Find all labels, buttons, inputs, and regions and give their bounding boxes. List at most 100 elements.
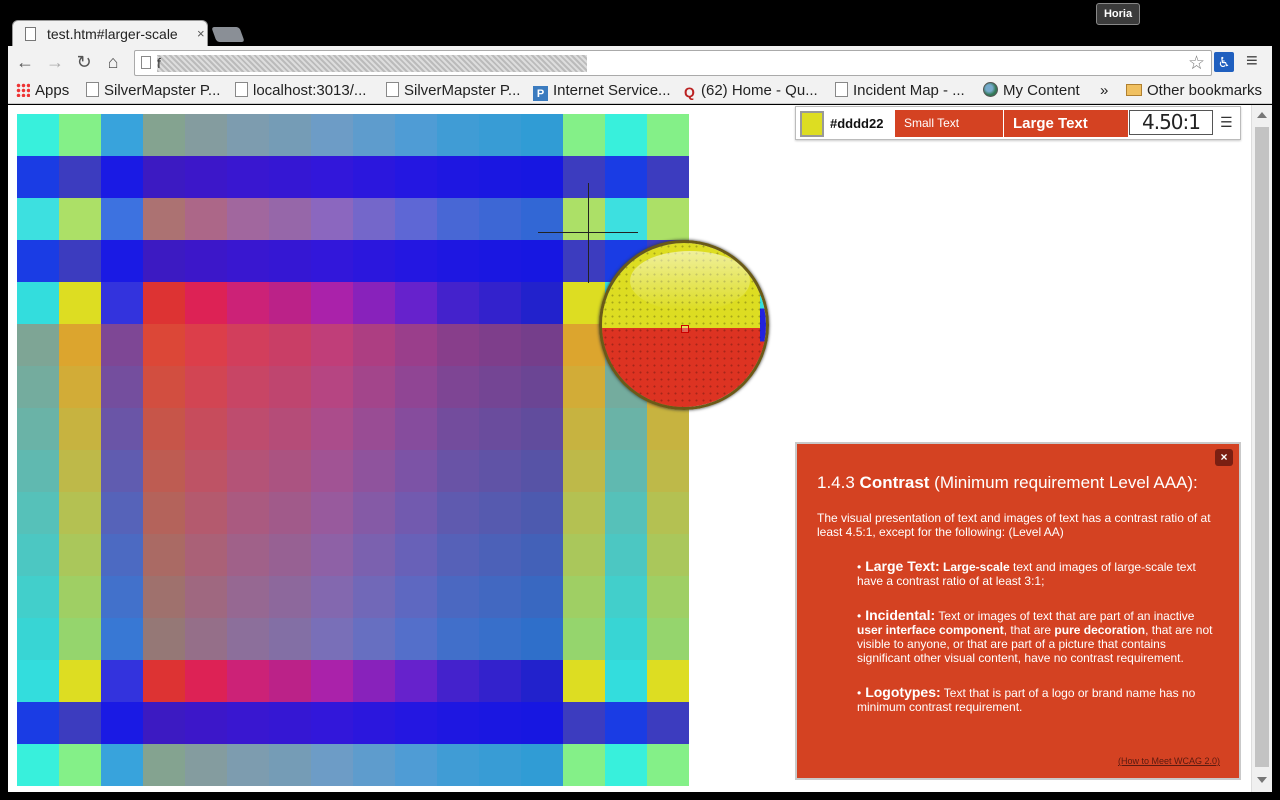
grid-cell[interactable] xyxy=(395,618,438,661)
grid-cell[interactable] xyxy=(185,660,228,703)
grid-cell[interactable] xyxy=(647,114,689,157)
grid-cell[interactable] xyxy=(227,156,270,199)
grid-cell[interactable] xyxy=(185,576,228,619)
grid-cell[interactable] xyxy=(437,156,480,199)
forward-button[interactable]: → xyxy=(44,51,66,73)
grid-cell[interactable] xyxy=(143,576,186,619)
grid-cell[interactable] xyxy=(521,366,564,409)
grid-cell[interactable] xyxy=(269,114,312,157)
grid-cell[interactable] xyxy=(101,240,144,283)
grid-cell[interactable] xyxy=(311,114,354,157)
grid-cell[interactable] xyxy=(521,660,564,703)
grid-cell[interactable] xyxy=(437,114,480,157)
grid-cell[interactable] xyxy=(521,492,564,535)
grid-cell[interactable] xyxy=(479,198,522,241)
grid-cell[interactable] xyxy=(185,618,228,661)
grid-cell[interactable] xyxy=(227,324,270,367)
grid-cell[interactable] xyxy=(185,240,228,283)
grid-cell[interactable] xyxy=(521,702,564,745)
grid-cell[interactable] xyxy=(143,744,186,786)
address-bar[interactable]: f ☆ xyxy=(134,50,1212,76)
grid-cell[interactable] xyxy=(17,324,60,367)
grid-cell[interactable] xyxy=(311,198,354,241)
grid-cell[interactable] xyxy=(59,156,102,199)
bookmark-silvermapster-1[interactable]: SilverMapster P... xyxy=(86,82,220,99)
bookmark-incident-map[interactable]: Incident Map - ... xyxy=(835,82,965,99)
grid-cell[interactable] xyxy=(647,450,689,493)
grid-cell[interactable] xyxy=(437,576,480,619)
grid-cell[interactable] xyxy=(17,366,60,409)
grid-cell[interactable] xyxy=(395,660,438,703)
grid-cell[interactable] xyxy=(437,618,480,661)
grid-cell[interactable] xyxy=(563,576,606,619)
grid-cell[interactable] xyxy=(479,576,522,619)
grid-cell[interactable] xyxy=(605,114,648,157)
grid-cell[interactable] xyxy=(353,576,396,619)
grid-cell[interactable] xyxy=(521,198,564,241)
grid-cell[interactable] xyxy=(17,660,60,703)
grid-cell[interactable] xyxy=(17,576,60,619)
grid-cell[interactable] xyxy=(59,744,102,786)
grid-cell[interactable] xyxy=(353,324,396,367)
grid-cell[interactable] xyxy=(563,114,606,157)
grid-cell[interactable] xyxy=(311,660,354,703)
grid-cell[interactable] xyxy=(605,618,648,661)
scroll-up-arrow[interactable] xyxy=(1257,112,1267,118)
grid-cell[interactable] xyxy=(353,492,396,535)
grid-cell[interactable] xyxy=(353,408,396,451)
grid-cell[interactable] xyxy=(605,198,648,241)
grid-cell[interactable] xyxy=(101,198,144,241)
accessibility-extension-icon[interactable]: ♿ xyxy=(1214,52,1234,72)
grid-cell[interactable] xyxy=(143,198,186,241)
grid-cell[interactable] xyxy=(353,534,396,577)
grid-cell[interactable] xyxy=(269,534,312,577)
grid-cell[interactable] xyxy=(395,324,438,367)
grid-cell[interactable] xyxy=(479,156,522,199)
new-tab-button[interactable] xyxy=(211,27,245,42)
grid-cell[interactable] xyxy=(605,408,648,451)
grid-cell[interactable] xyxy=(605,702,648,745)
grid-cell[interactable] xyxy=(395,576,438,619)
grid-cell[interactable] xyxy=(101,534,144,577)
grid-cell[interactable] xyxy=(563,450,606,493)
user-profile-badge[interactable]: Horia xyxy=(1096,3,1140,25)
grid-cell[interactable] xyxy=(227,198,270,241)
grid-cell[interactable] xyxy=(647,198,689,241)
grid-cell[interactable] xyxy=(227,534,270,577)
grid-cell[interactable] xyxy=(353,702,396,745)
grid-cell[interactable] xyxy=(437,492,480,535)
grid-cell[interactable] xyxy=(395,408,438,451)
grid-cell[interactable] xyxy=(437,324,480,367)
grid-cell[interactable] xyxy=(647,618,689,661)
small-text-button[interactable]: Small Text xyxy=(895,110,1003,137)
bookmark-my-content[interactable]: My Content xyxy=(983,82,1080,99)
home-button[interactable]: ⌂ xyxy=(102,51,124,73)
grid-cell[interactable] xyxy=(521,450,564,493)
grid-cell[interactable] xyxy=(311,618,354,661)
grid-cell[interactable] xyxy=(311,282,354,325)
grid-cell[interactable] xyxy=(563,198,606,241)
grid-cell[interactable] xyxy=(101,114,144,157)
grid-cell[interactable] xyxy=(563,702,606,745)
grid-cell[interactable] xyxy=(227,492,270,535)
grid-cell[interactable] xyxy=(479,744,522,786)
vertical-scrollbar[interactable] xyxy=(1251,105,1272,792)
grid-cell[interactable] xyxy=(395,366,438,409)
grid-cell[interactable] xyxy=(17,282,60,325)
grid-cell[interactable] xyxy=(353,366,396,409)
grid-cell[interactable] xyxy=(185,324,228,367)
list-icon[interactable]: ☰ xyxy=(1220,114,1233,131)
grid-cell[interactable] xyxy=(311,492,354,535)
grid-cell[interactable] xyxy=(479,618,522,661)
grid-cell[interactable] xyxy=(395,240,438,283)
back-button[interactable]: ← xyxy=(14,51,36,73)
grid-cell[interactable] xyxy=(101,366,144,409)
grid-cell[interactable] xyxy=(521,576,564,619)
grid-cell[interactable] xyxy=(395,534,438,577)
grid-cell[interactable] xyxy=(227,450,270,493)
grid-cell[interactable] xyxy=(647,156,689,199)
bookmark-internet-service[interactable]: P Internet Service... xyxy=(533,82,671,101)
grid-cell[interactable] xyxy=(59,366,102,409)
grid-cell[interactable] xyxy=(17,240,60,283)
grid-cell[interactable] xyxy=(101,492,144,535)
